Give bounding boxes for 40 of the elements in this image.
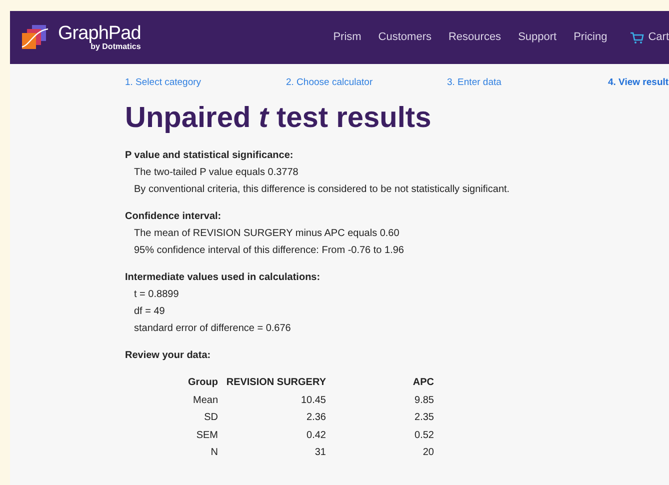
result-line: The two-tailed P value equals 0.3778 [133,166,298,180]
column-header: REVISION SURGERY [225,376,326,390]
nav-link[interactable]: Prism [333,29,362,46]
row-label: SEM [195,428,218,442]
result-line: standard error of difference = 0.676 [133,322,291,336]
table-cell-text: 2.36 [306,411,326,425]
result-line: By conventional criteria, this difference is considered to be not statistically significant. [133,183,510,197]
table-cell-text: 0.52 [414,428,434,442]
step-tab[interactable]: 4. View result [608,76,669,90]
column-header: Group [187,376,218,390]
cart-link[interactable]: Cart [630,29,669,46]
table-cell-text: 20 [422,446,434,460]
step-tab[interactable]: 1. Select category [125,76,286,90]
row-label: SD [203,411,218,425]
table-cell-text: 0.42 [306,428,326,442]
nav-link[interactable]: Pricing [574,29,608,46]
result-line: t = 0.8899 [133,288,179,302]
table-cell-text: 9.85 [414,394,434,408]
row-label: N [210,446,218,460]
table-cell-text: 10.45 [300,394,326,408]
nav-link[interactable]: Support [518,29,557,46]
logo-wordmark: GraphPad [58,24,141,43]
table-cell-text: 2.35 [414,411,434,425]
cart-icon [630,32,644,44]
table-cell-text: 31 [314,446,326,460]
logo-tagline: by Dotmatics [90,43,141,51]
section-heading: P value and statistical significance: [125,149,294,163]
step-tab[interactable]: 3. Enter data [447,76,608,90]
column-header: APC [412,376,434,390]
result-line: 95% confidence interval of this difference: From -0.76 to 1.96 [133,244,404,258]
result-line: The mean of REVISION SURGERY minus APC equals 0.60 [133,227,400,241]
row-label: Mean [192,394,218,408]
step-tab[interactable]: 2. Choose calculator [286,76,447,90]
section-heading: Confidence interval: [125,210,222,224]
section-heading: Intermediate values used in calculations: [125,271,322,285]
nav-link[interactable]: Resources [448,29,502,46]
section-heading: Review your data: [125,349,212,363]
result-line: df = 49 [133,305,165,319]
nav-link[interactable]: Customers [378,29,432,46]
page-title: Unpaired t test results [125,104,432,133]
